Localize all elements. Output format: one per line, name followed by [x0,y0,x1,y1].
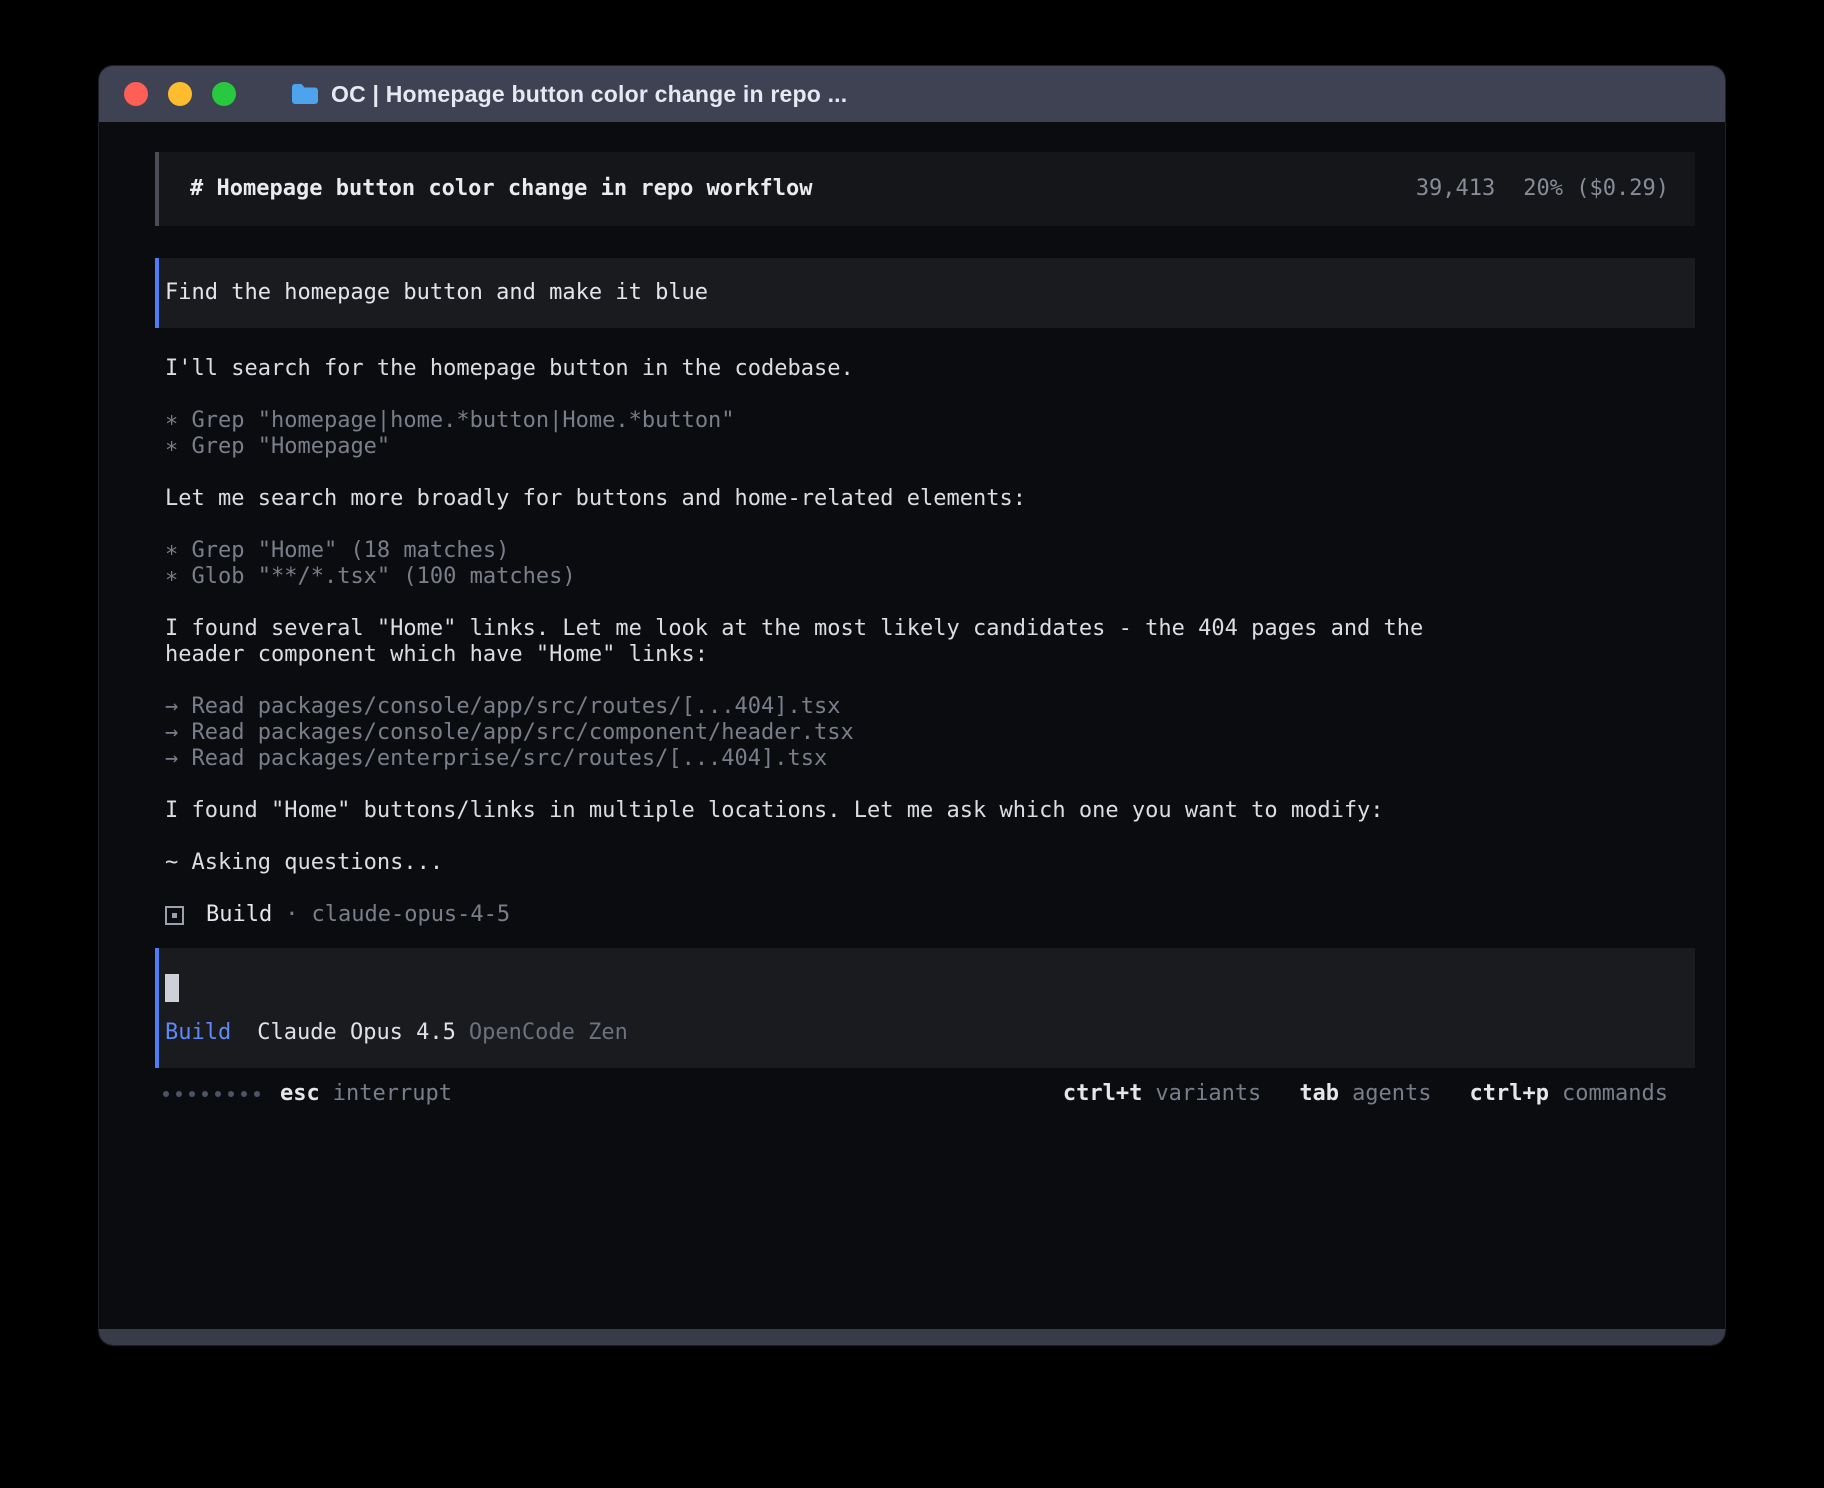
tool-call-line: → Read packages/console/app/src/routes/[… [155,694,1450,720]
session-stats: 39,413 20% ($0.29) [1416,176,1669,202]
close-button[interactable] [124,82,148,106]
tool-prefix-icon: ∗ [165,434,192,459]
tool-prefix-icon: ∗ [165,408,192,433]
agent-model: claude-opus-4-5 [311,902,510,928]
tool-call-text: Grep "Home" (18 matches) [192,538,510,563]
terminal-content: # Homepage button color change in repo w… [99,122,1725,1108]
model-line: Build Claude Opus 4.5 OpenCode Zen [165,1020,1669,1046]
user-message: Find the homepage button and make it blu… [155,258,1695,328]
session-title: # Homepage button color change in repo w… [190,176,813,202]
status-left: esc interrupt [163,1081,452,1107]
shortcut-key: tab [1299,1081,1339,1107]
spinner-dot [163,1091,169,1097]
shortcut-key: ctrl+t [1063,1081,1142,1107]
status-shortcuts: ctrl+t variants tab agents ctrl+p commands [1063,1081,1668,1107]
tool-call-line: → Read packages/enterprise/src/routes/[.… [155,746,1450,772]
interrupt-hint: esc interrupt [280,1081,452,1107]
tool-call-line: ∗ Grep "Homepage" [155,434,1450,460]
spinner-dot [189,1091,195,1097]
blank-line [155,460,1450,486]
tool-call-line: ∗ Grep "Home" (18 matches) [155,538,1450,564]
window-bottom-edge [99,1329,1725,1345]
session-header: # Homepage button color change in repo w… [155,152,1695,226]
status-bar: esc interrupt ctrl+tvariantstabagentsctr… [155,1080,1695,1108]
assistant-text-line: I'll search for the homepage button in t… [155,356,1450,382]
spinner-dot [176,1091,182,1097]
minimize-button[interactable] [168,82,192,106]
zoom-button[interactable] [212,82,236,106]
titlebar[interactable]: OC | Homepage button color change in rep… [99,66,1725,122]
tool-prefix-icon: ∗ [165,564,192,589]
tool-prefix-icon: → [165,694,192,719]
context-usage: 20% ($0.29) [1523,176,1669,202]
title-group: OC | Homepage button color change in rep… [291,81,847,108]
esc-key: esc [280,1081,320,1107]
agent-status: Build · claude-opus-4-5 [155,902,1695,928]
blank-line [155,382,1450,408]
traffic-lights [124,82,236,106]
spinner-dots [163,1091,260,1097]
blank-line [155,876,1450,902]
assistant-response: I'll search for the homepage button in t… [155,356,1695,902]
terminal-window: OC | Homepage button color change in rep… [99,66,1725,1345]
tool-call-line: ∗ Glob "**/*.tsx" (100 matches) [155,564,1450,590]
shortcut-key: ctrl+p [1470,1081,1549,1107]
tool-call-text: Grep "homepage|home.*button|Home.*button… [192,408,735,433]
spinner-dot [254,1091,260,1097]
text-cursor [165,974,179,1002]
spinner-dot [215,1091,221,1097]
tool-call-line: ∗ Grep "homepage|home.*button|Home.*butt… [155,408,1450,434]
tool-prefix-icon: → [165,720,192,745]
shortcut-hint-variants: ctrl+t variants [1063,1081,1261,1107]
interrupt-label: interrupt [333,1081,452,1107]
mode-indicator[interactable]: Build [165,1020,231,1046]
model-name[interactable]: Claude Opus 4.5 [257,1020,456,1046]
tool-call-text: Glob "**/*.tsx" (100 matches) [192,564,576,589]
shortcut-hint-agents: tab agents [1299,1081,1431,1107]
shortcut-label: agents [1352,1081,1431,1107]
token-count: 39,413 [1416,176,1495,202]
spinner-dot [228,1091,234,1097]
blank-line [155,512,1450,538]
tool-call-text: Read packages/console/app/src/routes/[..… [192,694,841,719]
tool-call-text: Read packages/console/app/src/component/… [192,720,854,745]
spinner-dot [241,1091,247,1097]
tool-call-text: Read packages/enterprise/src/routes/[...… [192,746,828,771]
tool-prefix-icon: → [165,746,192,771]
assistant-text-line: I found "Home" buttons/links in multiple… [155,798,1450,824]
assistant-text-line: I found several "Home" links. Let me loo… [155,616,1450,668]
agent-square-icon [165,906,184,925]
blank-line [155,772,1450,798]
blank-line [155,668,1450,694]
tool-call-line: → Read packages/console/app/src/componen… [155,720,1450,746]
shortcut-hint-commands: ctrl+p commands [1470,1081,1668,1107]
tool-prefix-icon: ∗ [165,538,192,563]
spinner-dot [202,1091,208,1097]
user-message-text: Find the homepage button and make it blu… [165,280,708,305]
model-provider: OpenCode Zen [469,1020,628,1046]
blank-line [155,590,1450,616]
shortcut-label: commands [1562,1081,1668,1107]
agent-name: Build [206,902,272,928]
assistant-text-line: Let me search more broadly for buttons a… [155,486,1450,512]
agent-separator: · [285,902,298,928]
folder-icon [291,83,319,105]
tool-call-text: Grep "Homepage" [192,434,391,459]
assistant-text-line: ~ Asking questions... [155,850,1450,876]
blank-line [155,824,1450,850]
window-title: OC | Homepage button color change in rep… [331,81,847,108]
prompt-input[interactable]: Build Claude Opus 4.5 OpenCode Zen [155,948,1695,1068]
shortcut-label: variants [1155,1081,1261,1107]
